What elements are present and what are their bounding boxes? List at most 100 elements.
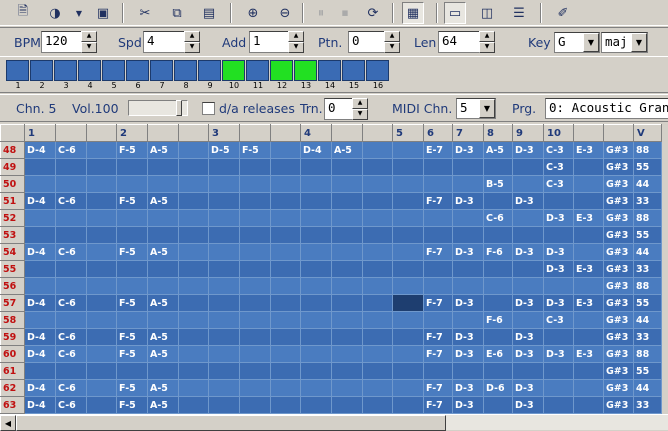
pattern-cell[interactable]: [86, 294, 117, 312]
pattern-cell[interactable]: [452, 362, 484, 380]
pattern-cell[interactable]: [300, 260, 332, 278]
pattern-cell[interactable]: [178, 141, 209, 159]
copy-icon[interactable]: ⧉: [166, 2, 188, 24]
pattern-cell[interactable]: [512, 226, 544, 244]
pattern-cell[interactable]: [362, 141, 393, 159]
pattern-cell[interactable]: D-3: [452, 379, 484, 397]
pattern-cell[interactable]: [573, 243, 604, 261]
pattern-cell[interactable]: [239, 243, 271, 261]
pattern-cell[interactable]: G#3: [603, 311, 634, 329]
pattern-cell[interactable]: [483, 328, 513, 346]
add-down-button[interactable]: ▼: [288, 42, 304, 53]
pattern-cell[interactable]: [362, 379, 393, 397]
pattern-cell[interactable]: [392, 379, 424, 397]
pattern-cell[interactable]: 44: [633, 243, 662, 261]
pattern-cell[interactable]: [392, 158, 424, 176]
pattern-cell[interactable]: [331, 158, 363, 176]
pattern-row[interactable]: 51 D-4 C-6 F-5 A-5 F-7 D-3 D-3 G#3 33: [0, 192, 662, 210]
step-pad-16[interactable]: [366, 60, 389, 81]
pattern-cell[interactable]: F-5: [116, 379, 148, 397]
add-spinner[interactable]: 1 ▲ ▼: [249, 31, 304, 53]
pattern-cell[interactable]: [331, 328, 363, 346]
program-select[interactable]: 0: Acoustic Grand P: [545, 98, 668, 119]
pattern-cell[interactable]: F-5: [239, 141, 271, 159]
pattern-cell[interactable]: [270, 141, 301, 159]
pattern-cell[interactable]: [178, 362, 209, 380]
pattern-cell[interactable]: [86, 277, 117, 295]
pattern-cell[interactable]: F-5: [116, 243, 148, 261]
pattern-cell[interactable]: [300, 226, 332, 244]
pattern-cell[interactable]: 33: [633, 260, 662, 278]
pattern-cell[interactable]: [300, 362, 332, 380]
step-pad-5[interactable]: [102, 60, 125, 81]
pattern-cell[interactable]: [208, 192, 240, 210]
pattern-cell[interactable]: E-3: [573, 209, 604, 227]
pattern-cell[interactable]: E-3: [573, 294, 604, 312]
grid-column-header[interactable]: [0, 124, 25, 142]
pattern-cell[interactable]: [208, 294, 240, 312]
pattern-cell[interactable]: [300, 277, 332, 295]
pattern-cell[interactable]: [452, 158, 484, 176]
pattern-cell[interactable]: [362, 277, 393, 295]
pattern-cell[interactable]: D-4: [24, 141, 56, 159]
pattern-cell[interactable]: [452, 277, 484, 295]
len-up-button[interactable]: ▲: [479, 31, 495, 42]
pattern-cell[interactable]: A-5: [147, 294, 179, 312]
pattern-cell[interactable]: [300, 175, 332, 193]
pattern-cell[interactable]: [331, 209, 363, 227]
pattern-cell[interactable]: F-7: [423, 294, 453, 312]
pattern-cell[interactable]: [208, 243, 240, 261]
grid-column-header[interactable]: [270, 124, 301, 142]
pattern-cell[interactable]: [208, 158, 240, 176]
pattern-cell[interactable]: [512, 362, 544, 380]
pattern-cell[interactable]: [239, 328, 271, 346]
pattern-cell[interactable]: [362, 243, 393, 261]
pattern-cell[interactable]: G#3: [603, 226, 634, 244]
pattern-cell[interactable]: [362, 226, 393, 244]
pattern-row[interactable]: 60 D-4 C-6 F-5 A-5 F-7 D-3 E-6 D-3 D-3 E-3 G#3 88: [0, 345, 662, 363]
pattern-cell[interactable]: [452, 311, 484, 329]
pattern-cell[interactable]: [178, 226, 209, 244]
pattern-cell[interactable]: [270, 277, 301, 295]
pattern-cell[interactable]: [86, 328, 117, 346]
pattern-cell[interactable]: A-5: [331, 141, 363, 159]
pattern-cell[interactable]: F-6: [483, 311, 513, 329]
pattern-cell[interactable]: [392, 311, 424, 329]
step-pad-7[interactable]: [150, 60, 173, 81]
pattern-row[interactable]: 63 D-4 C-6 F-5 A-5 F-7 D-3 D-3 G#3 33: [0, 396, 662, 414]
pattern-cell[interactable]: [86, 345, 117, 363]
pattern-cell[interactable]: G#3: [603, 192, 634, 210]
horizontal-scrollbar[interactable]: ◀: [0, 414, 668, 431]
pattern-cell[interactable]: [392, 345, 424, 363]
pattern-cell[interactable]: [300, 243, 332, 261]
pattern-cell[interactable]: D-5: [208, 141, 240, 159]
pattern-cell[interactable]: [300, 192, 332, 210]
pattern-cell[interactable]: [392, 260, 424, 278]
pattern-row[interactable]: 59 D-4 C-6 F-5 A-5 F-7 D-3 D-3 G#3 33: [0, 328, 662, 346]
pattern-cell[interactable]: [239, 192, 271, 210]
pattern-row[interactable]: 48 D-4 C-6 F-5 A-5 D-5 F-5 D-4 A-5 E-7 D-3 A-5 D-3 C-…: [0, 141, 662, 159]
pattern-cell[interactable]: [147, 362, 179, 380]
pattern-cell[interactable]: [392, 141, 424, 159]
pattern-cell[interactable]: [573, 379, 604, 397]
pattern-cell[interactable]: [362, 209, 393, 227]
pattern-cell[interactable]: [178, 192, 209, 210]
pattern-cell[interactable]: [543, 379, 574, 397]
pattern-cell[interactable]: [239, 260, 271, 278]
pattern-cell[interactable]: [300, 311, 332, 329]
pattern-cell[interactable]: [55, 311, 87, 329]
pattern-cell[interactable]: [300, 379, 332, 397]
pattern-cell[interactable]: [512, 277, 544, 295]
pattern-cell[interactable]: G#3: [603, 141, 634, 159]
pattern-cell[interactable]: [423, 362, 453, 380]
grid-column-header[interactable]: 10: [543, 124, 574, 142]
pattern-cell[interactable]: [543, 226, 574, 244]
pattern-cell[interactable]: 33: [633, 328, 662, 346]
pattern-cell[interactable]: D-3: [543, 294, 574, 312]
piano-icon[interactable]: ▦: [402, 2, 424, 24]
pattern-cell[interactable]: [24, 175, 56, 193]
pattern-cell[interactable]: [86, 175, 117, 193]
pattern-cell[interactable]: [270, 311, 301, 329]
pattern-cell[interactable]: [423, 226, 453, 244]
pattern-cell[interactable]: [55, 226, 87, 244]
